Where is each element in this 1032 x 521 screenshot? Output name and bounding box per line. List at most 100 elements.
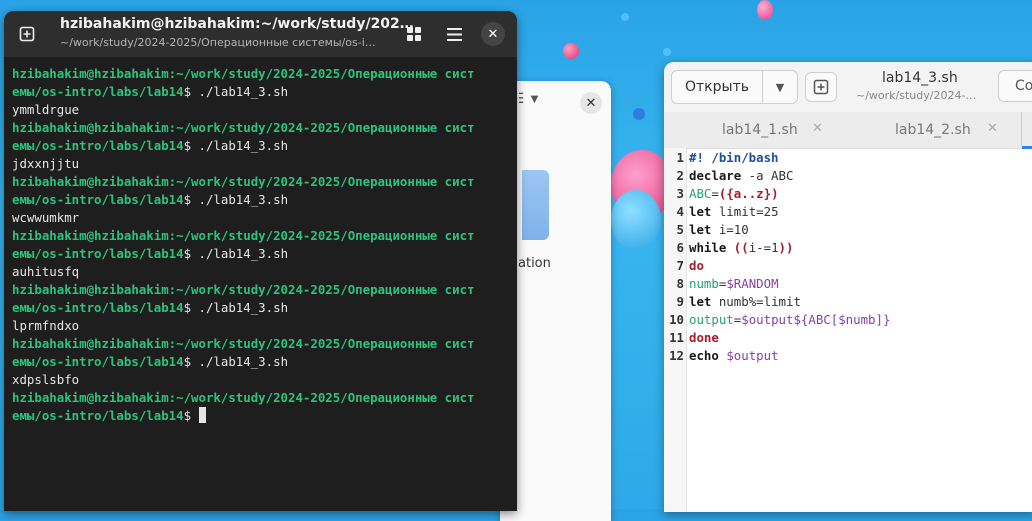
prompt-symbol: $ [183,192,192,207]
code-text: -a ABC [741,168,794,183]
editor-headerbar: Открыть ▼ lab14_3.sh ~/work/study/2024-…… [664,62,1032,112]
line-number: 5 [676,222,684,237]
line-number: 8 [676,276,684,291]
command-text: ./lab14_3.sh [191,138,289,153]
prompt-line: емы/os-intro/labs/lab14$ [12,407,512,425]
command-text: ./lab14_3.sh [191,192,289,207]
prompt-text: hzibahakim@hzibahakim:~/work/study/2024-… [12,228,475,243]
code-line: 5 let i=10 [664,221,890,239]
code-variable: $numb [838,312,876,327]
code-variable: numb [689,276,719,291]
prompt-line: hzibahakim@hzibahakim:~/work/study/2024-… [12,281,512,299]
balloon-decoration [757,0,773,20]
terminal-output[interactable]: hzibahakim@hzibahakim:~/work/study/2024-… [12,65,512,425]
line-number: 12 [669,348,684,363]
tab-label: lab14_1.sh [722,122,798,138]
line-number: 11 [669,330,684,345]
prompt-line: hzibahakim@hzibahakim:~/work/study/2024-… [12,389,512,407]
code-variable: $RANDOM [726,276,779,291]
close-icon[interactable]: ✕ [812,121,823,136]
hamburger-menu-icon [446,27,462,41]
editor-tab-bar: lab14_1.sh ✕ lab14_2.sh ✕ [664,112,1032,149]
code-keyword: let [689,204,712,219]
new-tab-icon [19,26,35,42]
code-text: i-=1 [748,240,779,255]
prompt-path: емы/os-intro/labs/lab14 [12,84,184,99]
prompt-line: hzibahakim@hzibahakim:~/work/study/2024-… [12,335,512,353]
code-variable: ABC [689,186,712,201]
close-icon[interactable]: ✕ [580,92,602,114]
text-cursor [198,407,206,423]
code-line: 3 ABC=({a..z}) [664,185,890,203]
menu-button[interactable] [441,22,467,46]
code-keyword: while [689,240,727,255]
code-line: 8 numb=$RANDOM [664,275,890,293]
code-text: (( [726,240,749,255]
prompt-line: емы/os-intro/labs/lab14$ ./lab14_3.sh [12,299,512,317]
prompt-line: емы/os-intro/labs/lab14$ ./lab14_3.sh [12,353,512,371]
tab-overview-button[interactable] [401,22,427,46]
balloon-decoration [633,108,645,120]
new-document-button[interactable] [805,72,837,102]
close-icon[interactable]: ✕ [987,121,998,136]
line-number: 1 [676,150,684,165]
code-text: = [711,186,719,201]
chevron-down-icon[interactable]: ▼ [531,94,539,105]
code-line: 6 while ((i-=1)) [664,239,890,257]
prompt-symbol: $ [183,300,192,315]
chevron-down-icon[interactable]: ▼ [762,71,797,103]
output-line: xdpslsbfo [12,372,80,387]
code-view[interactable]: 1 #! /bin/bash 2 declare -a ABC 3 ABC=({a..… [664,149,890,365]
code-text: i=10 [711,222,749,237]
code-keyword: declare [689,168,742,183]
document-title: lab14_3.sh [882,70,958,86]
code-line: 2 declare -a ABC [664,167,890,185]
new-tab-button[interactable] [14,22,40,46]
code-text: #! /bin/bash [689,150,779,165]
line-number: 2 [676,168,684,183]
close-icon: ✕ [487,26,499,42]
tab-lab14-2[interactable]: lab14_2.sh [895,112,971,148]
prompt-symbol: $ [183,84,192,99]
code-line: 4 let limit=25 [664,203,890,221]
code-line: 9 let numb%=limit [664,293,890,311]
output-line: ymmldrgue [12,102,80,117]
code-variable: $output [726,348,779,363]
code-line: 12 echo $output [664,347,890,365]
output-line: wcwwumkmr [12,210,80,225]
text-editor-window: Открыть ▼ lab14_3.sh ~/work/study/2024-…… [664,62,1032,512]
code-text: )) [778,240,794,255]
tab-lab14-1[interactable]: lab14_1.sh [722,112,798,148]
code-text: ]} [875,312,891,327]
output-line: auhitusfq [12,264,80,279]
command-text: ./lab14_3.sh [191,300,289,315]
command-text: ./lab14_3.sh [191,354,289,369]
code-text: numb%=limit [711,294,801,309]
prompt-line: hzibahakim@hzibahakim:~/work/study/2024-… [12,173,512,191]
close-button[interactable]: ✕ [481,22,505,46]
folder-icon[interactable] [522,170,549,240]
line-number: 10 [669,312,684,327]
prompt-line: hzibahakim@hzibahakim:~/work/study/2024-… [12,119,512,137]
folder-label[interactable]: ation [518,256,551,271]
prompt-symbol: $ [183,138,192,153]
prompt-path: емы/os-intro/labs/lab14 [12,408,184,423]
prompt-path: емы/os-intro/labs/lab14 [12,138,184,153]
line-number: 7 [676,258,684,273]
code-keyword: let [689,294,712,309]
active-tab-indicator [1022,146,1032,149]
command-text: ./lab14_3.sh [191,246,289,261]
prompt-path: емы/os-intro/labs/lab14 [12,300,184,315]
save-button[interactable]: Co [998,70,1032,102]
document-path: ~/work/study/2024-… [856,89,977,102]
prompt-path: емы/os-intro/labs/lab14 [12,354,184,369]
balloon-decoration [611,190,661,250]
open-button-label[interactable]: Открыть [672,71,762,103]
code-text: limit=25 [711,204,779,219]
code-variable: $output${ABC[ [741,312,839,327]
output-line: lprmfndxo [12,318,80,333]
line-number: 6 [676,240,684,255]
open-button[interactable]: Открыть ▼ [671,70,798,104]
code-keyword: done [689,330,719,345]
code-keyword: let [689,222,712,237]
